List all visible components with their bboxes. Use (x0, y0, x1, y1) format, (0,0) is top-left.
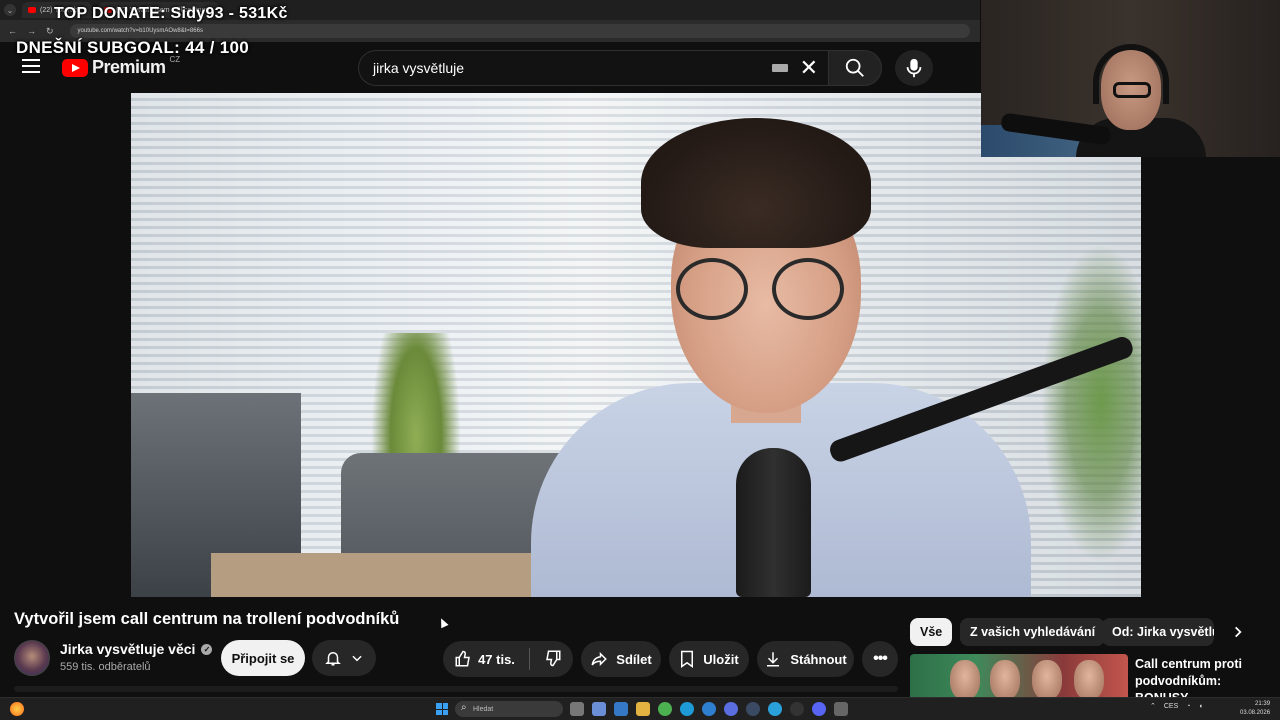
join-button[interactable]: Připojit se (221, 640, 305, 676)
search-box[interactable]: jirka vysvětluje ✕ (358, 50, 828, 86)
chevron-down-icon (352, 655, 362, 662)
discord-icon[interactable] (812, 702, 826, 716)
save-button[interactable]: Uložit (669, 641, 749, 677)
clock-date: 03.08.2026 (1240, 710, 1271, 716)
taskbar-search[interactable]: Hledat (455, 701, 563, 717)
menu-icon[interactable] (22, 59, 40, 73)
mouse-cursor-icon (437, 616, 449, 629)
streamer-webcam (981, 0, 1280, 157)
recommended-video-thumbnail[interactable] (910, 654, 1128, 700)
chrome-icon[interactable] (658, 702, 672, 716)
verified-icon: ✓ (201, 643, 213, 655)
search-icon (845, 58, 864, 77)
save-label: Uložit (703, 651, 739, 667)
like-dislike-group: 47 tis. (443, 641, 573, 677)
video-title: Vytvořil jsem call centrum na trollení p… (14, 610, 400, 628)
channel-name[interactable]: Jirka vysvětluje věci (60, 641, 195, 657)
taskbar-apps (570, 702, 848, 716)
share-icon (591, 651, 608, 667)
subscriber-count: 559 tis. odběratelů (60, 661, 151, 673)
url-field[interactable]: youtube.com/watch?v=b10UysmAOw8&t=866s (69, 24, 970, 38)
taskbar-clock[interactable]: 21:39 03.08.2026 (1240, 700, 1270, 718)
video-frame-greenery (1041, 243, 1141, 563)
clear-search-icon[interactable]: ✕ (800, 57, 818, 79)
forward-icon[interactable]: → (27, 26, 36, 36)
more-icon: ••• (873, 650, 888, 667)
task-view-icon[interactable] (570, 702, 584, 716)
chevron-up-icon[interactable]: ⌃ (1150, 702, 1156, 710)
share-button[interactable]: Sdílet (581, 641, 661, 677)
system-tray: ⌃ CES ◔ ◖ (1150, 702, 1203, 711)
mail-icon[interactable] (614, 702, 628, 716)
chip-from-channel[interactable]: Od: Jirka vysvětluje věci (1102, 618, 1214, 646)
widgets-icon[interactable] (592, 702, 606, 716)
wifi-icon[interactable]: ◔ (1186, 703, 1190, 710)
channel-name-row[interactable]: Jirka vysvětluje věci ✓ (60, 641, 213, 657)
keyboard-icon[interactable] (771, 64, 788, 72)
media-icon[interactable] (834, 702, 848, 716)
bell-icon (325, 652, 341, 666)
like-count: 47 tis. (478, 651, 515, 667)
steam-icon[interactable] (746, 702, 760, 716)
tab-list-icon[interactable]: ⌄ (4, 4, 16, 16)
subgoal-overlay: DNEŠNÍ SUBGOAL: 44 / 100 (16, 38, 249, 57)
microphone-icon (906, 58, 922, 78)
edge-icon[interactable] (680, 702, 694, 716)
chips-next-button[interactable] (1226, 620, 1250, 644)
notifications-button[interactable] (312, 640, 376, 676)
search-input[interactable]: jirka vysvětluje (373, 60, 772, 76)
thumbs-up-icon (455, 650, 470, 667)
recommended-video-title[interactable]: Call centrum proti podvodníkům: BONUSY (1135, 656, 1275, 700)
download-button[interactable]: Stáhnout (757, 641, 854, 677)
video-frame-microphone (736, 448, 811, 597)
download-icon (767, 652, 780, 667)
youtube-favicon-icon (28, 7, 36, 13)
thumbs-down-icon (546, 650, 561, 666)
chevron-right-icon (1235, 626, 1242, 638)
video-frame-hair (641, 118, 871, 248)
video-frame-glasses (676, 258, 856, 320)
dislike-button[interactable] (544, 649, 562, 670)
description-box[interactable] (14, 686, 898, 692)
back-icon[interactable]: ← (8, 26, 17, 36)
video-player[interactable] (131, 93, 1141, 597)
divider (528, 648, 530, 670)
app-icon[interactable] (10, 702, 24, 716)
youtube-logo[interactable]: Premium CZ (62, 55, 181, 78)
bookmark-icon (681, 650, 694, 668)
voice-search-button[interactable] (895, 50, 933, 86)
chip-all[interactable]: Vše (910, 618, 953, 646)
reload-icon[interactable]: ↻ (46, 26, 54, 37)
clock-time: 21:39 (1255, 701, 1271, 707)
explorer-icon[interactable] (636, 702, 650, 716)
send-icon[interactable] (768, 702, 782, 716)
chip-from-searches[interactable]: Z vašich vyhledávání (960, 618, 1106, 646)
share-label: Sdílet (616, 651, 652, 667)
chat-icon[interactable] (724, 702, 738, 716)
start-icon[interactable] (436, 703, 448, 715)
more-actions-button[interactable]: ••• (862, 641, 898, 677)
search-button[interactable] (828, 50, 882, 86)
windows-taskbar: Hledat ⌃ CES ◔ ◖ 21:39 03.08.2026 (0, 697, 1280, 720)
obs-icon[interactable] (790, 702, 804, 716)
channel-avatar[interactable] (14, 640, 50, 676)
top-donate-overlay: TOP DONATE: Sidy93 - 531Kč (54, 5, 288, 22)
youtube-play-icon (62, 58, 88, 77)
browser-icon[interactable] (702, 702, 716, 716)
like-button[interactable]: 47 tis. (454, 650, 515, 668)
volume-icon[interactable]: ◖ (1199, 703, 1203, 710)
language-indicator[interactable]: CES (1164, 703, 1178, 710)
country-code: CZ (169, 55, 181, 64)
download-label: Stáhnout (790, 651, 847, 667)
logo-text: Premium (92, 57, 166, 77)
video-frame-table (211, 553, 571, 597)
